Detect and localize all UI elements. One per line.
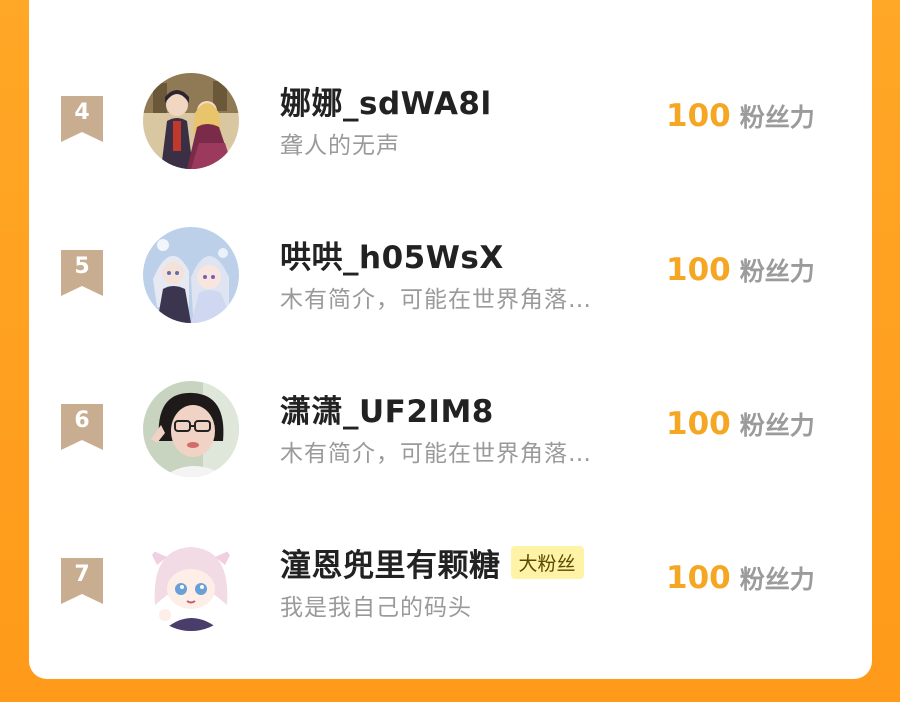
user-bio: 木有简介，可能在世界角落…	[280, 287, 592, 313]
rank-flag-icon: 6	[61, 404, 103, 450]
score-value: 100	[666, 98, 731, 134]
fan-power-score: 100 粉丝力	[666, 560, 815, 600]
rank-number: 4	[74, 100, 90, 125]
user-bio: 我是我自己的码头	[280, 595, 472, 621]
fan-power-score: 100 粉丝力	[666, 406, 815, 446]
ranking-row[interactable]: 6 潇潇_UF2IM8 木有简介，可能在世界角落… 100 粉丝力	[29, 376, 872, 496]
score-unit: 粉丝力	[739, 411, 815, 440]
score-unit: 粉丝力	[739, 565, 815, 594]
user-avatar[interactable]	[143, 227, 239, 323]
user-name[interactable]: 潇潇_UF2IM8	[280, 386, 494, 431]
rank-number: 5	[74, 254, 90, 279]
user-name[interactable]: 哄哄_h05WsX	[280, 232, 504, 277]
ranking-row[interactable]: 4 娜娜_sdWA8l 聋人的无声 100 粉丝力	[29, 68, 872, 188]
rank-flag-icon: 4	[61, 96, 103, 142]
fan-ranking-card: 4 娜娜_sdWA8l 聋人的无声 100 粉丝力 5 哄哄_h05WsX 木有…	[29, 0, 872, 679]
score-value: 100	[666, 560, 731, 596]
score-value: 100	[666, 252, 731, 288]
rank-number: 7	[74, 562, 90, 587]
fan-power-score: 100 粉丝力	[666, 252, 815, 292]
ranking-row[interactable]: 5 哄哄_h05WsX 木有简介，可能在世界角落… 100 粉丝力	[29, 222, 872, 342]
score-unit: 粉丝力	[739, 103, 815, 132]
user-name[interactable]: 娜娜_sdWA8l	[280, 78, 492, 123]
fan-power-score: 100 粉丝力	[666, 98, 815, 138]
rank-number: 6	[74, 408, 90, 433]
user-avatar[interactable]	[143, 535, 239, 631]
user-avatar[interactable]	[143, 381, 239, 477]
rank-flag-icon: 5	[61, 250, 103, 296]
big-fan-badge: 大粉丝	[510, 545, 584, 579]
user-avatar[interactable]	[143, 73, 239, 169]
user-bio: 木有简介，可能在世界角落…	[280, 441, 592, 467]
user-bio: 聋人的无声	[280, 133, 400, 159]
ranking-row[interactable]: 7 潼恩兜里有颗糖 大粉丝 我是我自己的码头 100 粉丝力	[29, 530, 872, 650]
user-name[interactable]: 潼恩兜里有颗糖	[280, 540, 501, 585]
score-unit: 粉丝力	[739, 257, 815, 286]
rank-flag-icon: 7	[61, 558, 103, 604]
score-value: 100	[666, 406, 731, 442]
